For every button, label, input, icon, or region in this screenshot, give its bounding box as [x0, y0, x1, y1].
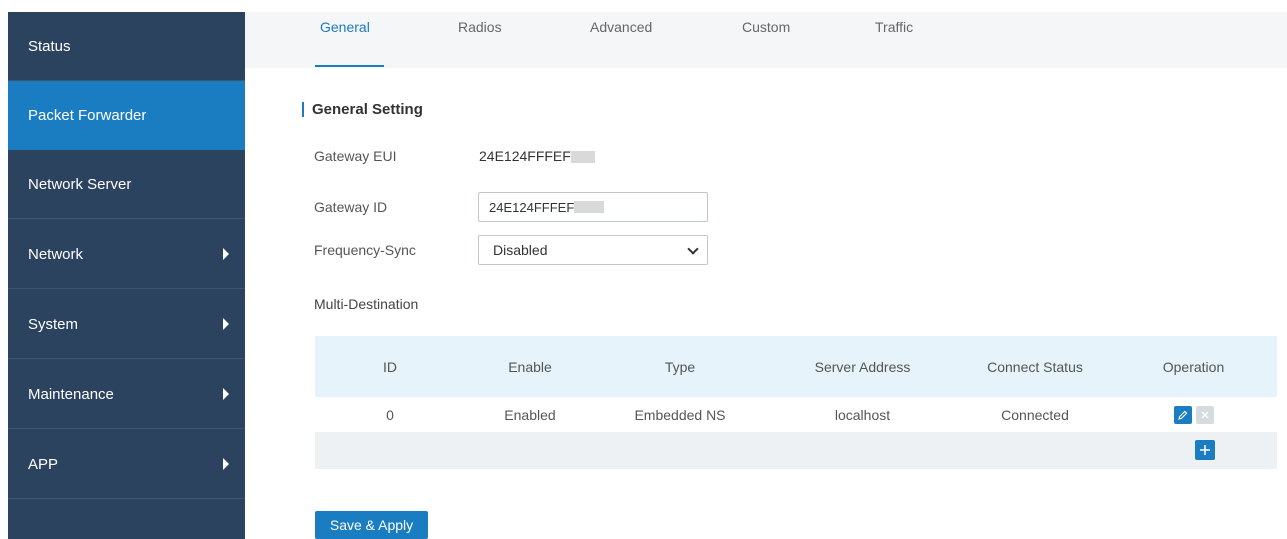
active-tab-indicator: [315, 65, 384, 67]
section-title: General Setting: [312, 101, 423, 118]
sidebar-item-label: APP: [28, 455, 59, 473]
sidebar-item-label: Packet Forwarder: [28, 106, 147, 124]
tab-general[interactable]: General: [320, 19, 370, 35]
cell-type: Embedded NS: [634, 406, 726, 423]
caret-right-icon: [223, 388, 229, 400]
close-icon: [1201, 411, 1208, 418]
cell-connect-status: Connected: [1001, 406, 1069, 423]
add-destination-button[interactable]: [1195, 440, 1215, 460]
caret-right-icon: [223, 248, 229, 260]
sidebar-item-network-server[interactable]: Network Server: [8, 150, 245, 219]
sidebar: Status Packet Forwarder Network Server N…: [8, 12, 245, 539]
section-marker: [302, 102, 304, 117]
sidebar-item-network[interactable]: Network: [8, 220, 245, 289]
header-enable: Enable: [508, 358, 552, 375]
sidebar-item-label: System: [28, 315, 79, 333]
gateway-eui-label: Gateway EUI: [314, 148, 397, 164]
sidebar-item-label: Maintenance: [28, 385, 114, 403]
tab-advanced[interactable]: Advanced: [590, 19, 652, 35]
delete-button[interactable]: [1195, 405, 1214, 424]
cell-enable: Enabled: [504, 406, 556, 423]
gateway-id-label: Gateway ID: [314, 199, 388, 215]
redaction-mask: [574, 201, 605, 213]
sidebar-item-maintenance[interactable]: Maintenance: [8, 360, 245, 429]
multi-destination-label: Multi-Destination: [314, 296, 419, 312]
table-header: ID Enable Type Server Address Connect St…: [315, 336, 1277, 397]
sidebar-item-app[interactable]: APP: [8, 430, 245, 499]
header-id: ID: [383, 358, 397, 375]
caret-right-icon: [223, 458, 229, 470]
plus-icon: [1200, 445, 1210, 455]
cell-operation: [1110, 405, 1277, 424]
pencil-icon: [1177, 410, 1187, 420]
sidebar-item-label: Network: [28, 245, 84, 263]
sidebar-item-packet-forwarder[interactable]: Packet Forwarder: [8, 81, 245, 150]
header-connect-status: Connect Status: [987, 358, 1083, 375]
header-operation: Operation: [1162, 358, 1225, 375]
redaction-mask: [570, 151, 595, 164]
gateway-eui-value: 24E124FFFEF: [479, 148, 595, 164]
header-server-address: Server Address: [814, 358, 911, 375]
gateway-id-text: 24E124FFFEF: [489, 199, 575, 215]
sidebar-item-status[interactable]: Status: [8, 12, 245, 81]
gateway-id-input[interactable]: 24E124FFFEF: [478, 192, 708, 222]
cell-server-address: localhost: [834, 406, 891, 423]
destination-table: ID Enable Type Server Address Connect St…: [315, 336, 1277, 469]
frequency-sync-select[interactable]: Disabled: [478, 235, 708, 265]
sidebar-item-label: Network Server: [28, 175, 132, 193]
caret-right-icon: [223, 318, 229, 330]
frequency-sync-label: Frequency-Sync: [314, 242, 416, 258]
table-footer: [315, 433, 1277, 469]
header-type: Type: [664, 358, 696, 375]
sidebar-item-label: Status: [28, 37, 71, 55]
save-apply-button[interactable]: Save & Apply: [315, 511, 428, 539]
gateway-eui-text: 24E124FFFEF: [479, 148, 571, 164]
chevron-down-icon: [687, 243, 699, 255]
sidebar-item-system[interactable]: System: [8, 290, 245, 359]
edit-button[interactable]: [1173, 405, 1192, 424]
tab-traffic[interactable]: Traffic: [875, 19, 913, 35]
table-row: 0 Enabled Embedded NS localhost Connecte…: [315, 397, 1277, 433]
cell-id: 0: [386, 406, 394, 423]
tab-radios[interactable]: Radios: [458, 19, 502, 35]
tab-custom[interactable]: Custom: [742, 19, 790, 35]
frequency-sync-value: Disabled: [493, 242, 548, 258]
